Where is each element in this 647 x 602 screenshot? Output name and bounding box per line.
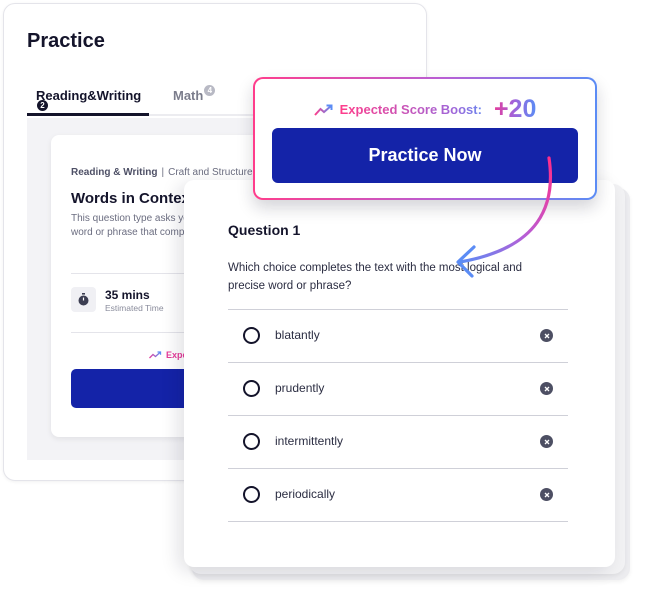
option-label: prudently <box>275 381 325 395</box>
tab-label: Reading&Writing <box>36 88 142 103</box>
score-boost-inner: Expected Score Boost: +20 Practice Now <box>255 79 595 198</box>
radio-button[interactable] <box>243 380 260 397</box>
eliminate-icon[interactable] <box>540 488 553 501</box>
stopwatch-icon <box>71 287 96 312</box>
question-card: Question 1 Which choice completes the te… <box>184 180 615 567</box>
breadcrumb-separator: | <box>161 167 165 178</box>
breadcrumb: Reading & Writing | Craft and Structure <box>71 167 253 178</box>
option-label: periodically <box>275 487 336 501</box>
estimated-time-label: Estimated Time <box>105 303 164 313</box>
answer-option[interactable]: blatantly <box>228 310 568 362</box>
breadcrumb-subcategory: Craft and Structure <box>168 167 253 178</box>
breadcrumb-category: Reading & Writing <box>71 167 158 178</box>
count-badge: 4 <box>204 85 216 96</box>
answer-option[interactable]: prudently <box>228 363 568 415</box>
eliminate-icon[interactable] <box>540 382 553 395</box>
practice-now-button[interactable]: Practice Now <box>272 128 578 183</box>
tab-math[interactable]: Math 4 <box>173 84 216 116</box>
option-label: blatantly <box>275 328 320 342</box>
score-boost-card: Expected Score Boost: +20 Practice Now <box>253 77 597 200</box>
trending-up-icon <box>149 351 162 359</box>
option-label: intermittently <box>275 434 344 448</box>
lesson-title: Words in Context <box>71 190 195 207</box>
divider <box>228 521 568 522</box>
answer-option[interactable]: periodically <box>228 469 568 521</box>
trending-up-icon <box>313 104 333 116</box>
score-boost-line: Expected Score Boost: +20 <box>255 95 595 124</box>
score-boost-label: Expected Score Boost: <box>339 102 482 117</box>
tab-label: Math <box>173 88 204 103</box>
answer-option[interactable]: intermittently <box>228 416 568 468</box>
eliminate-icon[interactable] <box>540 435 553 448</box>
score-boost-value: +20 <box>493 95 537 123</box>
radio-button[interactable] <box>243 433 260 450</box>
page-title: Practice <box>27 30 105 52</box>
tab-reading-writing[interactable]: Reading&Writing2 <box>27 84 149 116</box>
radio-button[interactable] <box>243 327 260 344</box>
estimated-time-value: 35 mins <box>105 288 150 302</box>
question-title: Question 1 <box>228 222 301 238</box>
question-prompt: Which choice completes the text with the… <box>228 262 523 292</box>
radio-button[interactable] <box>243 486 260 503</box>
eliminate-icon[interactable] <box>540 329 553 342</box>
count-badge: 2 <box>37 100 48 111</box>
